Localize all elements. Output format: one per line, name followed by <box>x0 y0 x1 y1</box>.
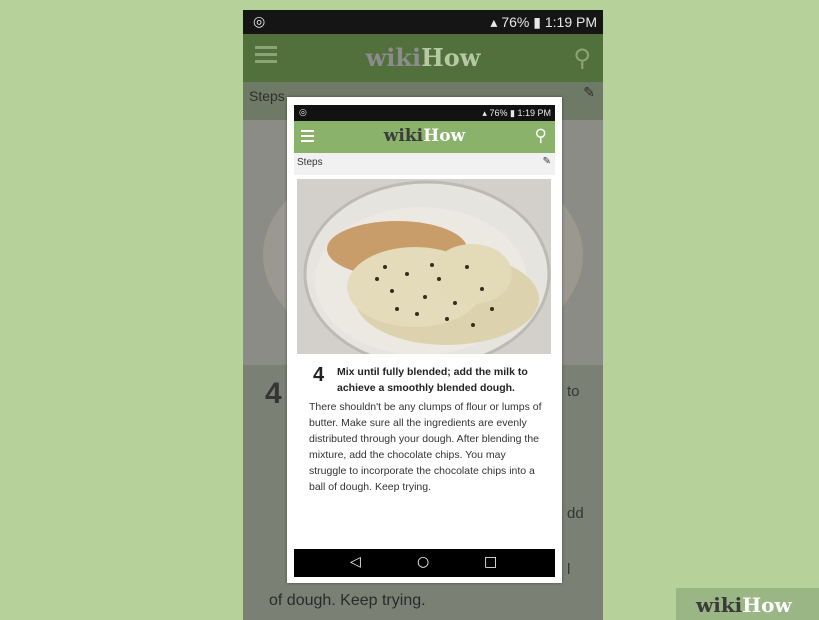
wifi-signal-icon: ▴ <box>482 108 487 118</box>
screenshot-icon: ◎ <box>253 14 266 30</box>
status-bar: ◎ ▴ 76% ▮ 1:19 PM <box>294 105 555 121</box>
status-time: 1:19 PM <box>544 14 597 30</box>
home-icon[interactable]: ○ <box>417 554 429 570</box>
screenshot-icon: ◎ <box>299 108 307 118</box>
phone-screenshot: ◎ ▴ 76% ▮ 1:19 PM wikiHow ⚲ Steps ✎ 4 Mi… <box>287 97 562 583</box>
battery-percentage: 76% <box>489 108 508 118</box>
step-content: 4 Mix until fully blended; add the milk … <box>297 354 551 544</box>
step-number: 4 <box>313 364 325 386</box>
wikihow-watermark: wikiHow <box>676 588 819 620</box>
background-app-bar: wikiHow ⚲ <box>243 34 603 82</box>
recents-icon[interactable]: □ <box>484 554 497 570</box>
background-status-bar: ◎ ▴ 76% ▮ 1:19 PM <box>243 10 603 34</box>
battery-icon: ▮ <box>510 108 515 118</box>
pencil-icon: ✎ <box>583 84 595 100</box>
step-number: 4 <box>265 377 282 410</box>
status-time: 1:19 PM <box>517 108 551 118</box>
battery-icon: ▮ <box>533 14 541 30</box>
step-title: Mix until fully blended; add the milk to… <box>337 366 528 394</box>
signal-icon: ▴ <box>490 14 498 30</box>
step-image <box>297 179 551 354</box>
navigation-bar: ◁ ○ □ <box>294 549 555 577</box>
app-bar: wikiHow ⚲ <box>294 121 555 153</box>
back-icon[interactable]: ◁ <box>350 554 361 570</box>
partial-text: l <box>567 561 571 578</box>
wikihow-logo[interactable]: wikiHow <box>294 126 555 146</box>
pencil-icon[interactable]: ✎ <box>543 156 551 167</box>
search-icon[interactable]: ⚲ <box>535 126 547 146</box>
step-body-tail: of dough. Keep trying. <box>269 592 426 609</box>
wikihow-logo: wikiHow <box>365 43 481 72</box>
partial-text: dd <box>567 505 584 522</box>
partial-text: to <box>567 383 580 400</box>
steps-label: Steps <box>249 88 285 104</box>
steps-label: Steps <box>297 157 323 168</box>
steps-header: Steps ✎ <box>294 153 555 175</box>
battery-percentage: 76% <box>501 14 530 30</box>
search-icon: ⚲ <box>573 44 591 72</box>
step-description: There shouldn't be any clumps of flour o… <box>309 401 542 493</box>
